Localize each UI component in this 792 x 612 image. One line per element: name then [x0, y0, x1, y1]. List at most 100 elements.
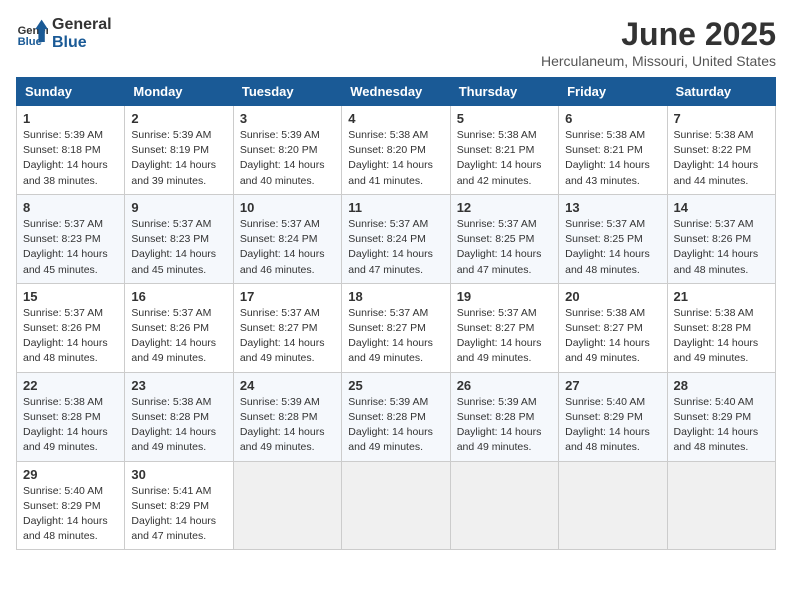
day-number: 20: [565, 289, 660, 304]
day-info: Sunrise: 5:37 AM Sunset: 8:25 PM Dayligh…: [457, 217, 552, 278]
day-info: Sunrise: 5:38 AM Sunset: 8:22 PM Dayligh…: [674, 128, 769, 189]
calendar-cell: 8 Sunrise: 5:37 AM Sunset: 8:23 PM Dayli…: [17, 194, 125, 283]
daylight-label: Daylight: 14 hours and 49 minutes.: [240, 337, 325, 364]
calendar-cell: [450, 461, 558, 550]
calendar-cell: [233, 461, 341, 550]
sunrise-label: Sunrise: 5:37 AM: [457, 218, 537, 230]
day-info: Sunrise: 5:38 AM Sunset: 8:21 PM Dayligh…: [565, 128, 660, 189]
day-number: 21: [674, 289, 769, 304]
sunrise-label: Sunrise: 5:38 AM: [674, 307, 754, 319]
calendar-cell: 17 Sunrise: 5:37 AM Sunset: 8:27 PM Dayl…: [233, 283, 341, 372]
calendar-cell: 25 Sunrise: 5:39 AM Sunset: 8:28 PM Dayl…: [342, 372, 450, 461]
location-subtitle: Herculaneum, Missouri, United States: [541, 53, 776, 69]
calendar-cell: 16 Sunrise: 5:37 AM Sunset: 8:26 PM Dayl…: [125, 283, 233, 372]
calendar-cell: [559, 461, 667, 550]
day-number: 10: [240, 200, 335, 215]
day-info: Sunrise: 5:39 AM Sunset: 8:28 PM Dayligh…: [348, 395, 443, 456]
day-number: 5: [457, 111, 552, 126]
daylight-label: Daylight: 14 hours and 49 minutes.: [131, 426, 216, 453]
calendar-cell: 20 Sunrise: 5:38 AM Sunset: 8:27 PM Dayl…: [559, 283, 667, 372]
calendar-week-row: 8 Sunrise: 5:37 AM Sunset: 8:23 PM Dayli…: [17, 194, 776, 283]
sunset-label: Sunset: 8:28 PM: [348, 411, 426, 423]
calendar-cell: 30 Sunrise: 5:41 AM Sunset: 8:29 PM Dayl…: [125, 461, 233, 550]
day-number: 13: [565, 200, 660, 215]
day-number: 6: [565, 111, 660, 126]
calendar-cell: 12 Sunrise: 5:37 AM Sunset: 8:25 PM Dayl…: [450, 194, 558, 283]
daylight-label: Daylight: 14 hours and 49 minutes.: [23, 426, 108, 453]
calendar-week-row: 1 Sunrise: 5:39 AM Sunset: 8:18 PM Dayli…: [17, 106, 776, 195]
daylight-label: Daylight: 14 hours and 49 minutes.: [457, 426, 542, 453]
calendar-cell: 7 Sunrise: 5:38 AM Sunset: 8:22 PM Dayli…: [667, 106, 775, 195]
sunrise-label: Sunrise: 5:39 AM: [457, 396, 537, 408]
sunset-label: Sunset: 8:20 PM: [240, 144, 318, 156]
daylight-label: Daylight: 14 hours and 49 minutes.: [457, 337, 542, 364]
daylight-label: Daylight: 14 hours and 46 minutes.: [240, 248, 325, 275]
calendar-week-row: 29 Sunrise: 5:40 AM Sunset: 8:29 PM Dayl…: [17, 461, 776, 550]
daylight-label: Daylight: 14 hours and 41 minutes.: [348, 159, 433, 186]
day-info: Sunrise: 5:38 AM Sunset: 8:28 PM Dayligh…: [674, 306, 769, 367]
daylight-label: Daylight: 14 hours and 49 minutes.: [565, 337, 650, 364]
day-info: Sunrise: 5:37 AM Sunset: 8:26 PM Dayligh…: [674, 217, 769, 278]
sunset-label: Sunset: 8:24 PM: [348, 233, 426, 245]
calendar-cell: 19 Sunrise: 5:37 AM Sunset: 8:27 PM Dayl…: [450, 283, 558, 372]
sunset-label: Sunset: 8:28 PM: [457, 411, 535, 423]
calendar-cell: 21 Sunrise: 5:38 AM Sunset: 8:28 PM Dayl…: [667, 283, 775, 372]
day-info: Sunrise: 5:39 AM Sunset: 8:20 PM Dayligh…: [240, 128, 335, 189]
calendar-cell: 1 Sunrise: 5:39 AM Sunset: 8:18 PM Dayli…: [17, 106, 125, 195]
sunrise-label: Sunrise: 5:40 AM: [23, 485, 103, 497]
daylight-label: Daylight: 14 hours and 45 minutes.: [23, 248, 108, 275]
day-number: 1: [23, 111, 118, 126]
calendar-cell: 9 Sunrise: 5:37 AM Sunset: 8:23 PM Dayli…: [125, 194, 233, 283]
day-info: Sunrise: 5:37 AM Sunset: 8:26 PM Dayligh…: [131, 306, 226, 367]
daylight-label: Daylight: 14 hours and 47 minutes.: [457, 248, 542, 275]
sunrise-label: Sunrise: 5:37 AM: [131, 218, 211, 230]
daylight-label: Daylight: 14 hours and 44 minutes.: [674, 159, 759, 186]
calendar-cell: 6 Sunrise: 5:38 AM Sunset: 8:21 PM Dayli…: [559, 106, 667, 195]
sunrise-label: Sunrise: 5:40 AM: [674, 396, 754, 408]
daylight-label: Daylight: 14 hours and 38 minutes.: [23, 159, 108, 186]
day-info: Sunrise: 5:38 AM Sunset: 8:28 PM Dayligh…: [131, 395, 226, 456]
calendar-cell: 11 Sunrise: 5:37 AM Sunset: 8:24 PM Dayl…: [342, 194, 450, 283]
sunset-label: Sunset: 8:19 PM: [131, 144, 209, 156]
day-info: Sunrise: 5:38 AM Sunset: 8:21 PM Dayligh…: [457, 128, 552, 189]
calendar-cell: 3 Sunrise: 5:39 AM Sunset: 8:20 PM Dayli…: [233, 106, 341, 195]
day-info: Sunrise: 5:39 AM Sunset: 8:19 PM Dayligh…: [131, 128, 226, 189]
day-number: 26: [457, 378, 552, 393]
day-header-saturday: Saturday: [667, 78, 775, 106]
sunset-label: Sunset: 8:21 PM: [565, 144, 643, 156]
calendar-cell: 26 Sunrise: 5:39 AM Sunset: 8:28 PM Dayl…: [450, 372, 558, 461]
sunrise-label: Sunrise: 5:37 AM: [348, 307, 428, 319]
sunrise-label: Sunrise: 5:39 AM: [240, 129, 320, 141]
sunrise-label: Sunrise: 5:38 AM: [565, 129, 645, 141]
calendar-week-row: 22 Sunrise: 5:38 AM Sunset: 8:28 PM Dayl…: [17, 372, 776, 461]
sunset-label: Sunset: 8:29 PM: [674, 411, 752, 423]
sunrise-label: Sunrise: 5:41 AM: [131, 485, 211, 497]
calendar-cell: [342, 461, 450, 550]
calendar-cell: 22 Sunrise: 5:38 AM Sunset: 8:28 PM Dayl…: [17, 372, 125, 461]
page-header: General Blue General Blue June 2025 Herc…: [16, 16, 776, 69]
svg-text:Blue: Blue: [18, 36, 42, 48]
sunrise-label: Sunrise: 5:38 AM: [23, 396, 103, 408]
day-info: Sunrise: 5:37 AM Sunset: 8:27 PM Dayligh…: [348, 306, 443, 367]
sunrise-label: Sunrise: 5:38 AM: [131, 396, 211, 408]
daylight-label: Daylight: 14 hours and 48 minutes.: [23, 337, 108, 364]
day-info: Sunrise: 5:38 AM Sunset: 8:27 PM Dayligh…: [565, 306, 660, 367]
sunset-label: Sunset: 8:26 PM: [674, 233, 752, 245]
sunrise-label: Sunrise: 5:39 AM: [348, 396, 428, 408]
daylight-label: Daylight: 14 hours and 43 minutes.: [565, 159, 650, 186]
day-info: Sunrise: 5:37 AM Sunset: 8:24 PM Dayligh…: [240, 217, 335, 278]
day-header-wednesday: Wednesday: [342, 78, 450, 106]
day-info: Sunrise: 5:38 AM Sunset: 8:20 PM Dayligh…: [348, 128, 443, 189]
sunrise-label: Sunrise: 5:38 AM: [348, 129, 428, 141]
calendar-cell: 4 Sunrise: 5:38 AM Sunset: 8:20 PM Dayli…: [342, 106, 450, 195]
day-header-tuesday: Tuesday: [233, 78, 341, 106]
sunrise-label: Sunrise: 5:40 AM: [565, 396, 645, 408]
day-number: 28: [674, 378, 769, 393]
sunset-label: Sunset: 8:29 PM: [131, 500, 209, 512]
day-info: Sunrise: 5:37 AM Sunset: 8:24 PM Dayligh…: [348, 217, 443, 278]
day-number: 24: [240, 378, 335, 393]
day-header-monday: Monday: [125, 78, 233, 106]
sunset-label: Sunset: 8:28 PM: [131, 411, 209, 423]
month-title: June 2025: [541, 16, 776, 53]
daylight-label: Daylight: 14 hours and 48 minutes.: [674, 248, 759, 275]
